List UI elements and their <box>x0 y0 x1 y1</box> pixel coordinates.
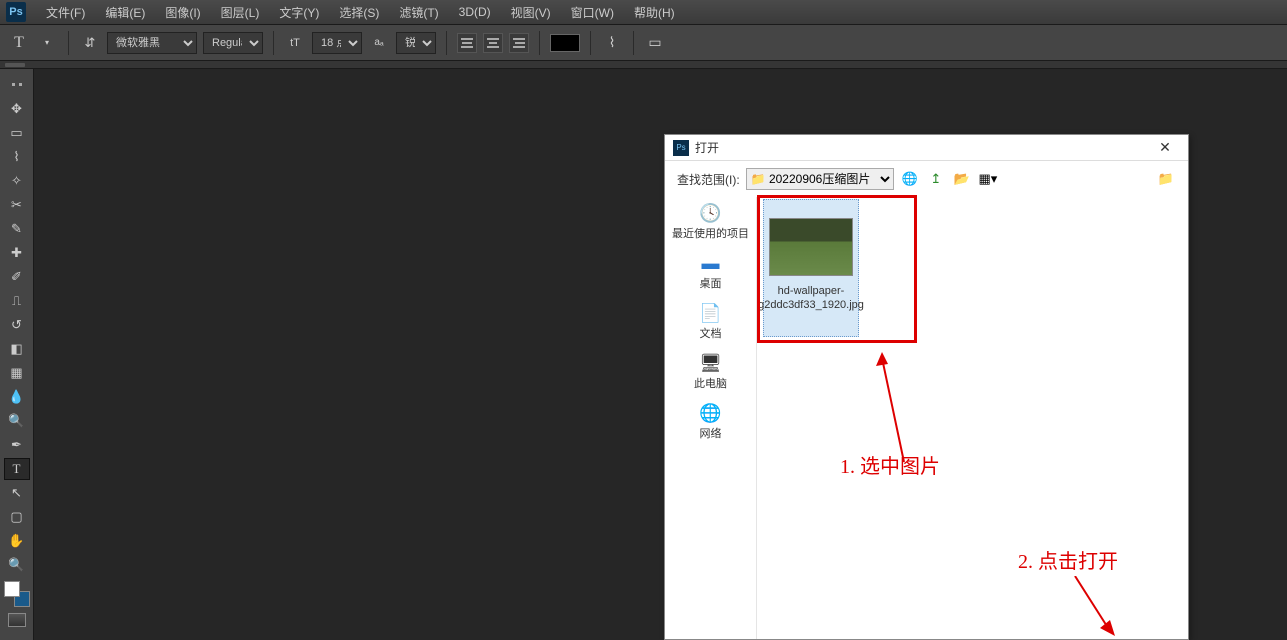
place-documents[interactable]: 📄文档 <box>696 301 726 341</box>
font-size-icon: tT <box>284 32 306 54</box>
lookin-label: 查找范围(I): <box>677 171 740 188</box>
menu-bar: Ps 文件(F) 编辑(E) 图像(I) 图层(L) 文字(Y) 选择(S) 滤… <box>0 0 1287 25</box>
font-style-select[interactable]: Regular <box>203 32 263 54</box>
back-icon[interactable]: 🌐 <box>900 169 920 189</box>
align-left-button[interactable] <box>457 33 477 53</box>
align-right-button[interactable] <box>509 33 529 53</box>
newfolder-icon[interactable]: 📂 <box>952 169 972 189</box>
document-tab-strip <box>0 61 1287 69</box>
blur-tool-icon[interactable]: 💧 <box>4 386 30 408</box>
antialias-select[interactable]: 锐利 <box>396 32 436 54</box>
dialog-titlebar: Ps 打开 ✕ <box>665 135 1188 161</box>
brush-tool-icon[interactable]: ✐ <box>4 266 30 288</box>
pen-tool-icon[interactable]: ✒ <box>4 434 30 456</box>
text-color-swatch[interactable] <box>550 34 580 52</box>
place-recent[interactable]: 🕓最近使用的项目 <box>672 201 749 241</box>
panel-toggle-icon[interactable]: ▭ <box>644 32 666 54</box>
separator <box>68 31 69 55</box>
tool-preset-icon[interactable]: T <box>8 32 30 54</box>
quickmask-icon[interactable] <box>8 613 26 627</box>
dialog-nav: 查找范围(I): 📁 20220906压缩图片 🌐 ↥ 📂 ▦▾ 📁 <box>665 161 1188 197</box>
thispc-icon: 🖥 <box>696 351 726 375</box>
place-network[interactable]: 🌐网络 <box>696 401 726 441</box>
file-list[interactable]: hd-wallpaper-g2ddc3df33_1920.jpg <box>757 197 1188 639</box>
lasso-tool-icon[interactable]: ⌇ <box>4 146 30 168</box>
places-bar: 🕓最近使用的项目 ▬桌面 📄文档 🖥此电脑 🌐网络 <box>665 197 757 639</box>
documents-icon: 📄 <box>696 301 726 325</box>
file-item-selected[interactable]: hd-wallpaper-g2ddc3df33_1920.jpg <box>763 199 859 337</box>
eyedropper-tool-icon[interactable]: ✎ <box>4 218 30 240</box>
menu-image[interactable]: 图像(I) <box>155 4 210 21</box>
separator <box>590 31 591 55</box>
separator <box>539 31 540 55</box>
gradient-tool-icon[interactable]: ▦ <box>4 362 30 384</box>
align-center-button[interactable] <box>483 33 503 53</box>
place-desktop[interactable]: ▬桌面 <box>696 251 726 291</box>
dodge-tool-icon[interactable]: 🔍 <box>4 410 30 432</box>
file-thumbnail <box>769 218 853 276</box>
font-size-select[interactable]: 18 点 <box>312 32 362 54</box>
annotation-step2: 2. 点击打开 <box>1018 545 1118 574</box>
aa-icon: aₐ <box>368 32 390 54</box>
menu-view[interactable]: 视图(V) <box>501 4 561 21</box>
folder-select[interactable]: 📁 20220906压缩图片 <box>746 168 894 190</box>
menu-select[interactable]: 选择(S) <box>329 4 389 21</box>
type-tool-icon[interactable]: T <box>4 458 30 480</box>
magic-wand-tool-icon[interactable]: ✧ <box>4 170 30 192</box>
recent-icon: 🕓 <box>696 201 726 225</box>
caret-icon[interactable]: ▾ <box>36 32 58 54</box>
network-icon: 🌐 <box>696 401 726 425</box>
crop-tool-icon[interactable]: ✂ <box>4 194 30 216</box>
ps-icon: Ps <box>673 140 689 156</box>
annotation-step1: 1. 选中图片 <box>840 450 940 479</box>
close-button[interactable]: ✕ <box>1150 138 1180 158</box>
eraser-tool-icon[interactable]: ◧ <box>4 338 30 360</box>
viewmenu-icon[interactable]: ▦▾ <box>978 169 998 189</box>
up-icon[interactable]: ↥ <box>926 169 946 189</box>
marquee-tool-icon[interactable]: ▭ <box>4 122 30 144</box>
menu-edit[interactable]: 编辑(E) <box>95 4 155 21</box>
menu-filter[interactable]: 滤镜(T) <box>389 4 448 21</box>
pin-icon[interactable]: 📁 <box>1156 169 1176 189</box>
options-bar: T ▾ ⇵ 微软雅黑 Regular tT 18 点 aₐ 锐利 ⌇ ▭ <box>0 25 1287 61</box>
shape-tool-icon[interactable]: ▢ <box>4 506 30 528</box>
separator <box>633 31 634 55</box>
move-tool-icon[interactable]: ✥ <box>4 98 30 120</box>
zoom-tool-icon[interactable]: 🔍 <box>4 554 30 576</box>
font-family-select[interactable]: 微软雅黑 <box>107 32 197 54</box>
desktop-icon: ▬ <box>696 251 726 275</box>
text-orientation-icon[interactable]: ⇵ <box>79 32 101 54</box>
hand-tool-icon[interactable]: ✋ <box>4 530 30 552</box>
menu-file[interactable]: 文件(F) <box>36 4 95 21</box>
place-thispc[interactable]: 🖥此电脑 <box>694 351 727 391</box>
menu-help[interactable]: 帮助(H) <box>624 4 685 21</box>
color-swatches[interactable] <box>4 581 30 607</box>
menu-layer[interactable]: 图层(L) <box>211 4 270 21</box>
separator <box>446 31 447 55</box>
healing-tool-icon[interactable]: ✚ <box>4 242 30 264</box>
menu-3d[interactable]: 3D(D) <box>449 5 501 19</box>
toggle-icon[interactable] <box>4 74 30 96</box>
menu-window[interactable]: 窗口(W) <box>561 4 624 21</box>
toolbox: ✥ ▭ ⌇ ✧ ✂ ✎ ✚ ✐ ⎍ ↺ ◧ ▦ 💧 🔍 ✒ T ↖ ▢ ✋ 🔍 <box>0 69 34 640</box>
warp-text-icon[interactable]: ⌇ <box>601 32 623 54</box>
separator <box>273 31 274 55</box>
menu-type[interactable]: 文字(Y) <box>269 4 329 21</box>
stamp-tool-icon[interactable]: ⎍ <box>4 290 30 312</box>
file-name-label: hd-wallpaper-g2ddc3df33_1920.jpg <box>758 284 864 313</box>
ps-logo: Ps <box>6 2 26 22</box>
dialog-title: 打开 <box>695 139 1150 156</box>
history-brush-tool-icon[interactable]: ↺ <box>4 314 30 336</box>
path-select-tool-icon[interactable]: ↖ <box>4 482 30 504</box>
